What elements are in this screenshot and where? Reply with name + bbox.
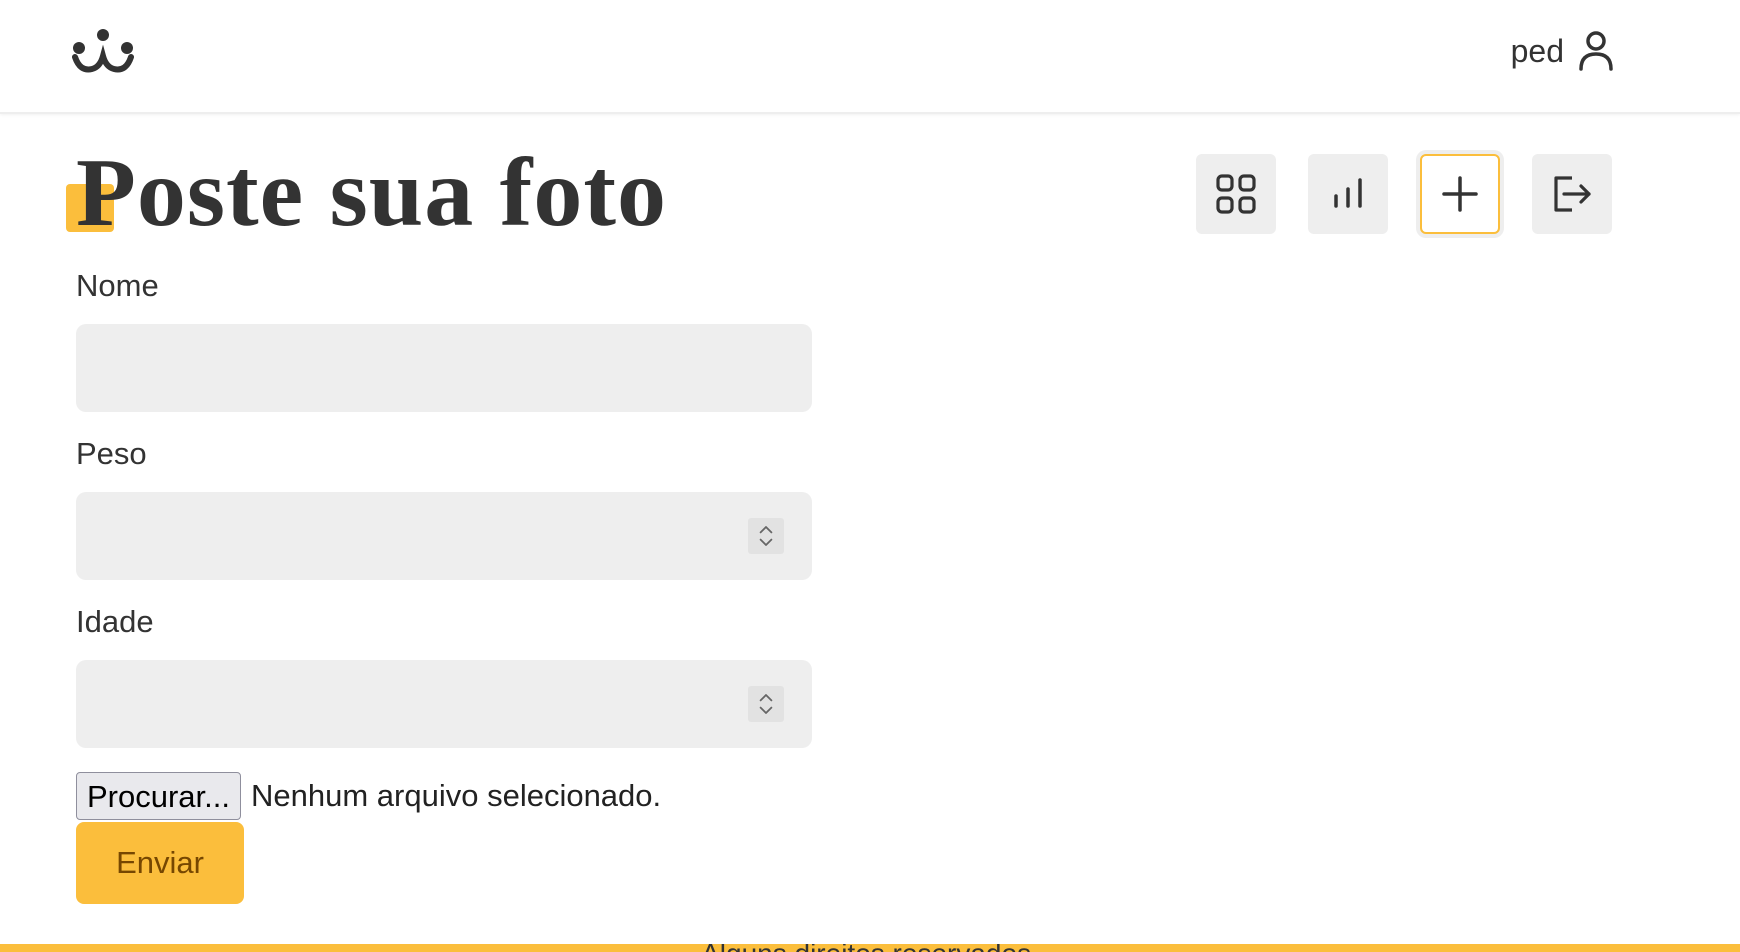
logout-icon [1554, 176, 1591, 212]
nav-logout-button[interactable] [1532, 154, 1612, 234]
weight-label: Peso [76, 436, 147, 471]
plus-icon [1442, 176, 1478, 212]
submit-button[interactable]: Enviar [76, 822, 244, 904]
file-status-text: Nenhum arquivo selecionado. [251, 778, 662, 813]
section-nav [1196, 154, 1612, 234]
name-field [76, 324, 812, 412]
page-title-wrapper: Poste sua foto [66, 138, 668, 248]
nav-grid-button[interactable] [1196, 154, 1276, 234]
footer: Alguns direitos reservados. [0, 944, 1740, 952]
user-menu[interactable]: ped [1511, 30, 1614, 72]
name-label: Nome [76, 268, 159, 303]
age-field [76, 660, 812, 748]
username: ped [1510, 32, 1564, 69]
browse-file-button[interactable]: Procurar... [76, 772, 241, 820]
footer-text: Alguns direitos reservados. [0, 944, 1740, 952]
weight-stepper[interactable] [748, 518, 784, 554]
up-down-chevron-icon [759, 694, 773, 714]
photo-post-form: Nome Peso Idade Procurar... Nenhum arqui… [76, 268, 812, 904]
up-down-chevron-icon [759, 526, 773, 546]
page-title: Poste sua foto [76, 139, 668, 247]
age-input[interactable] [76, 660, 812, 748]
weight-field [76, 492, 812, 580]
nav-add-photo-button[interactable] [1420, 154, 1500, 234]
name-input[interactable] [76, 324, 812, 412]
bar-chart-icon [1334, 178, 1362, 208]
top-bar: ped [0, 0, 1740, 114]
weight-input[interactable] [76, 492, 812, 580]
nav-stats-button[interactable] [1308, 154, 1388, 234]
dog-face-logo-icon[interactable] [72, 26, 134, 78]
grid-icon [1216, 174, 1256, 214]
age-stepper[interactable] [748, 686, 784, 722]
file-upload: Procurar... Nenhum arquivo selecionado. [76, 772, 812, 820]
user-icon [1578, 30, 1614, 72]
age-label: Idade [76, 604, 154, 639]
